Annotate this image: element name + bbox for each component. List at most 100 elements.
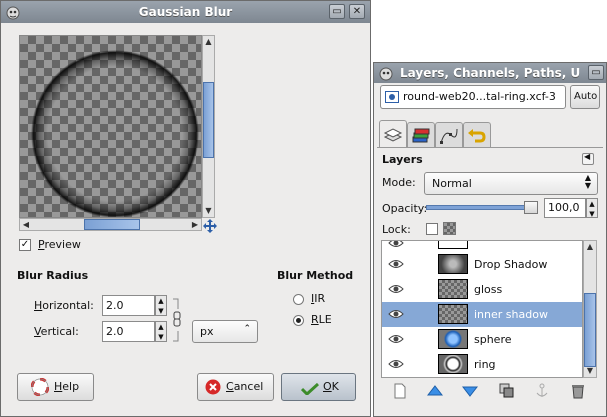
layers-scroll-up-arrow[interactable]: ▲: [584, 242, 596, 251]
eye-icon[interactable]: [388, 308, 404, 320]
preview-ring-image: [31, 50, 199, 217]
tab-undo-history[interactable]: [463, 122, 491, 148]
ok-label: OK: [323, 380, 339, 393]
minimize-icon: ▭: [332, 6, 342, 17]
chain-link-icon[interactable]: [172, 297, 182, 343]
cancel-label: Cancel: [226, 380, 264, 393]
layer-thumbnail: [438, 241, 468, 249]
channels-icon: [412, 128, 430, 143]
eye-icon[interactable]: [388, 333, 404, 345]
scroll-left-arrow[interactable]: ◀: [21, 220, 31, 229]
cancel-icon: [205, 379, 221, 395]
rle-label: RLE: [311, 313, 332, 326]
raise-layer-icon[interactable]: [427, 383, 443, 399]
mode-select[interactable]: Normal ▲ ▼: [424, 172, 598, 195]
opacity-slider[interactable]: [426, 201, 538, 214]
vertical-label: Vertical:: [34, 325, 79, 338]
help-icon: [31, 378, 49, 396]
anchor-layer-icon[interactable]: [534, 383, 550, 399]
minimize-button[interactable]: ▭: [329, 4, 345, 19]
tab-menu-icon: ◀: [584, 152, 591, 161]
scroll-up-arrow[interactable]: ▲: [203, 37, 214, 46]
eye-icon[interactable]: [388, 283, 404, 295]
layer-name: ring: [474, 358, 496, 371]
lock-alpha-icon[interactable]: [443, 222, 456, 235]
opacity-input[interactable]: 100,0: [544, 198, 586, 218]
new-layer-icon[interactable]: [392, 383, 408, 399]
auto-label: Auto: [574, 91, 598, 102]
layer-row[interactable]: gloss: [382, 277, 582, 302]
eye-icon[interactable]: [388, 240, 404, 249]
mode-label: Mode:: [382, 176, 416, 189]
tab-channels[interactable]: [407, 122, 435, 148]
layers-window-title: Layers, Channels, Paths, U: [400, 66, 581, 80]
opacity-slider-handle[interactable]: [524, 201, 538, 214]
preview-canvas[interactable]: [19, 35, 202, 218]
scroll-down-arrow[interactable]: ▼: [203, 206, 214, 215]
duplicate-layer-icon[interactable]: [499, 383, 515, 399]
horizontal-spin-button[interactable]: ▲ ▼: [155, 295, 167, 316]
dock-menu-button[interactable]: ◀: [582, 152, 594, 165]
horizontal-input[interactable]: 2.0: [102, 295, 155, 316]
dialog-title: Gaussian Blur: [138, 5, 233, 19]
layer-thumbnail: [438, 254, 468, 274]
help-button[interactable]: Help: [17, 373, 94, 401]
layer-name: Drop Shadow: [474, 258, 548, 271]
rle-radio[interactable]: [293, 315, 304, 326]
layers-titlebar[interactable]: Layers, Channels, Paths, U ▭: [374, 63, 606, 83]
image-select[interactable]: round-web20...tal-ring.xcf-3: [380, 85, 566, 109]
scroll-right-arrow[interactable]: ▶: [190, 220, 200, 229]
layers-scroll-down-arrow[interactable]: ▼: [584, 366, 596, 375]
lower-layer-icon[interactable]: [462, 383, 478, 399]
vertical-input[interactable]: 2.0: [102, 321, 155, 342]
vertical-scroll-thumb[interactable]: [203, 82, 214, 158]
layers-minimize-button[interactable]: ▭: [588, 65, 604, 80]
cancel-button[interactable]: Cancel: [197, 373, 274, 401]
layer-name: inner shadow: [474, 308, 548, 321]
iir-label: IIR: [311, 292, 326, 305]
layer-row[interactable]: inner shadow: [382, 302, 582, 327]
opacity-spin-button[interactable]: ▲ ▼: [586, 198, 598, 218]
mode-value: Normal: [432, 177, 472, 190]
horizontal-label: Horizontal:: [34, 299, 94, 312]
lock-pixels-checkbox[interactable]: [426, 223, 438, 235]
layer-row[interactable]: ring: [382, 352, 582, 377]
image-select-value: round-web20...tal-ring.xcf-3: [403, 90, 556, 103]
auto-button[interactable]: Auto: [570, 85, 600, 109]
undo-icon: [468, 129, 486, 143]
preview-horizontal-scrollbar[interactable]: ◀ ▶: [19, 218, 202, 231]
tab-layers[interactable]: [379, 120, 407, 148]
minimize-icon: ▭: [591, 67, 601, 78]
layer-row-partial[interactable]: [382, 240, 582, 252]
tab-panel-border: [377, 147, 603, 148]
horizontal-scroll-thumb[interactable]: [84, 219, 140, 230]
tab-paths[interactable]: [435, 122, 463, 148]
preview-checkbox[interactable]: ✓: [19, 239, 31, 251]
eye-icon[interactable]: [388, 358, 404, 370]
checkmark-icon: [301, 383, 319, 395]
opacity-label: Opacity:: [382, 202, 428, 215]
delete-layer-icon[interactable]: [570, 383, 586, 399]
blur-method-heading: Blur Method: [277, 269, 354, 282]
layers-scroll-thumb[interactable]: [584, 293, 596, 367]
iir-radio[interactable]: [293, 294, 304, 305]
vertical-spin-button[interactable]: ▲ ▼: [155, 321, 167, 342]
gaussian-blur-dialog: Gaussian Blur ▭ ✕ ▲ ▼ ◀ ▶ ✓ Preview Blur…: [0, 0, 371, 417]
navigate-icon[interactable]: [203, 219, 217, 233]
layer-row[interactable]: sphere: [382, 327, 582, 352]
ok-button[interactable]: OK: [281, 373, 356, 401]
unit-dropdown-icon: ⌃: [243, 324, 251, 334]
preview-vertical-scrollbar[interactable]: ▲ ▼: [202, 35, 215, 218]
close-button[interactable]: ✕: [349, 4, 365, 19]
paths-icon: [440, 128, 458, 144]
dialog-titlebar[interactable]: Gaussian Blur ▭ ✕: [1, 1, 370, 23]
image-thumbnail-icon: [385, 91, 399, 103]
eye-icon[interactable]: [388, 258, 404, 270]
layer-row[interactable]: Drop Shadow: [382, 252, 582, 277]
layers-list-scrollbar[interactable]: ▲ ▼: [583, 240, 597, 378]
layer-thumbnail: [438, 304, 468, 324]
layer-name: gloss: [474, 283, 503, 296]
layers-section-title: Layers: [382, 153, 423, 166]
blur-radius-heading: Blur Radius: [17, 269, 89, 282]
unit-select[interactable]: px ⌃: [192, 320, 258, 343]
